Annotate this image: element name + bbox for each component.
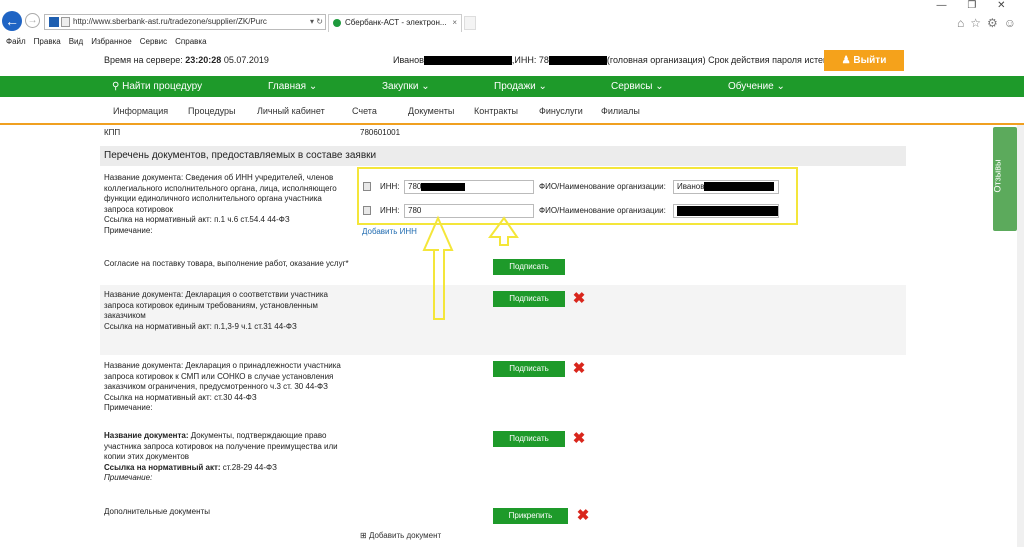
back-arrow-icon[interactable]: ←	[2, 11, 22, 31]
attach-button[interactable]: Прикрепить	[493, 508, 568, 524]
arrow-up-short	[488, 216, 519, 246]
browser-chrome: ← → http://www.sberbank-ast.ru/tradezone…	[0, 0, 1024, 34]
smiley-icon[interactable]: ☺	[1004, 16, 1016, 30]
exit-button[interactable]: ♟ Выйти	[824, 50, 904, 71]
favorites-star-icon[interactable]: ☆	[970, 16, 981, 30]
subnav-finservices[interactable]: Финуслуги	[539, 97, 583, 125]
tab-title: Сбербанк-АСТ - электрон...	[345, 18, 447, 27]
page-icon	[61, 17, 70, 27]
menu-file[interactable]: Файл	[6, 36, 26, 48]
kpp-label: КПП	[104, 128, 121, 137]
server-time-value: 23:20:28	[185, 55, 222, 65]
url-text: http://www.sberbank-ast.ru/tradezone/sup…	[73, 17, 267, 26]
user-name: Иванов	[393, 55, 424, 65]
doc2-description: Название документа: Декларация о соответ…	[104, 290, 328, 331]
redaction	[423, 56, 512, 66]
redaction	[548, 56, 607, 66]
feedback-tab[interactable]: Отзывы	[992, 127, 1017, 231]
delete-x-icon[interactable]: ✖	[572, 361, 586, 376]
close-tab-icon[interactable]: ×	[452, 15, 457, 31]
menu-help[interactable]: Справка	[175, 36, 206, 48]
nav-training[interactable]: Обучение ⌄	[728, 76, 785, 97]
address-bar[interactable]: http://www.sberbank-ast.ru/tradezone/sup…	[44, 14, 326, 30]
server-time: Время на сервере: 23:20:28 05.07.2019	[104, 55, 269, 65]
delete-x-icon[interactable]: ✖	[576, 508, 590, 523]
org-status: (головная организация) Срок действия пар…	[606, 55, 827, 65]
browser-tab[interactable]: Сбербанк-АСТ - электрон... ×	[328, 14, 462, 32]
gear-icon[interactable]: ⚙	[987, 16, 998, 30]
doc1-description: Название документа: Сведения об ИНН учре…	[104, 173, 337, 235]
highlight-arrows	[422, 215, 519, 320]
inn-label: ,ИНН: 78	[511, 55, 549, 65]
doc4-description: Название документа: Документы, подтвержд…	[104, 431, 338, 482]
menu-tools[interactable]: Сервис	[140, 36, 167, 48]
doc3-description: Название документа: Декларация о принадл…	[104, 361, 341, 412]
extra-docs-label: Дополнительные документы	[104, 507, 210, 516]
scrollbar[interactable]	[1017, 125, 1024, 547]
close-window-icon[interactable]: ✕	[997, 0, 1005, 12]
section-title: Перечень документов, предоставляемых в с…	[100, 146, 906, 166]
user-info: Иванов ,ИНН: 78 (головная организация) Сро…	[393, 55, 827, 66]
subnav-cabinet[interactable]: Личный кабинет	[257, 97, 325, 125]
refresh-icon[interactable]: ▾ ↻	[310, 15, 323, 29]
nav-services[interactable]: Сервисы ⌄	[611, 76, 664, 97]
delete-x-icon[interactable]: ✖	[572, 291, 586, 306]
kpp-value: 780601001	[360, 128, 401, 137]
arrow-up-long	[422, 215, 454, 320]
browser-tools: ⌂ ☆ ⚙ ☺	[957, 16, 1016, 30]
delete-x-icon[interactable]: ✖	[572, 431, 586, 446]
sign-button[interactable]: Подписать	[493, 361, 565, 377]
subnav-contracts[interactable]: Контракты	[474, 97, 518, 125]
nav-purchases[interactable]: Закупки ⌄	[382, 76, 430, 97]
add-document-link[interactable]: ⊞ Добавить документ	[360, 531, 441, 540]
sub-nav: Информация Процедуры Личный кабинет Счет…	[0, 97, 1024, 125]
sberbank-favicon-icon	[333, 19, 341, 27]
browser-menu-bar: Файл Правка Вид Избранное Сервис Справка	[0, 36, 1024, 48]
menu-view[interactable]: Вид	[69, 36, 83, 48]
subnav-branches[interactable]: Филиалы	[601, 97, 640, 125]
menu-edit[interactable]: Правка	[34, 36, 61, 48]
subnav-procedures[interactable]: Процедуры	[188, 97, 235, 125]
consent-label: Согласие на поставку товара, выполнение …	[104, 259, 349, 268]
minimize-icon[interactable]: —	[936, 0, 946, 12]
maximize-icon[interactable]: ❐	[967, 0, 976, 12]
nav-sales[interactable]: Продажи ⌄	[494, 76, 547, 97]
new-tab-button[interactable]	[464, 16, 476, 30]
subnav-accounts[interactable]: Счета	[352, 97, 377, 125]
add-inn-link[interactable]: Добавить ИНН	[362, 227, 417, 236]
sign-button[interactable]: Подписать	[493, 431, 565, 447]
find-procedure[interactable]: ⚲ Найти процедуру	[112, 76, 202, 97]
server-date: 05.07.2019	[223, 55, 269, 65]
nav-home[interactable]: Главная ⌄	[268, 76, 317, 97]
subnav-documents[interactable]: Документы	[408, 97, 454, 125]
subnav-info[interactable]: Информация	[113, 97, 168, 125]
ie-page-icon	[49, 17, 59, 27]
menu-favorites[interactable]: Избранное	[91, 36, 132, 48]
main-nav: ⚲ Найти процедуру Главная ⌄ Закупки ⌄ Пр…	[0, 76, 1024, 97]
forward-arrow-icon[interactable]: →	[25, 13, 40, 28]
window-controls: — ❐ ✕	[926, 0, 1016, 12]
home-icon[interactable]: ⌂	[957, 16, 964, 30]
